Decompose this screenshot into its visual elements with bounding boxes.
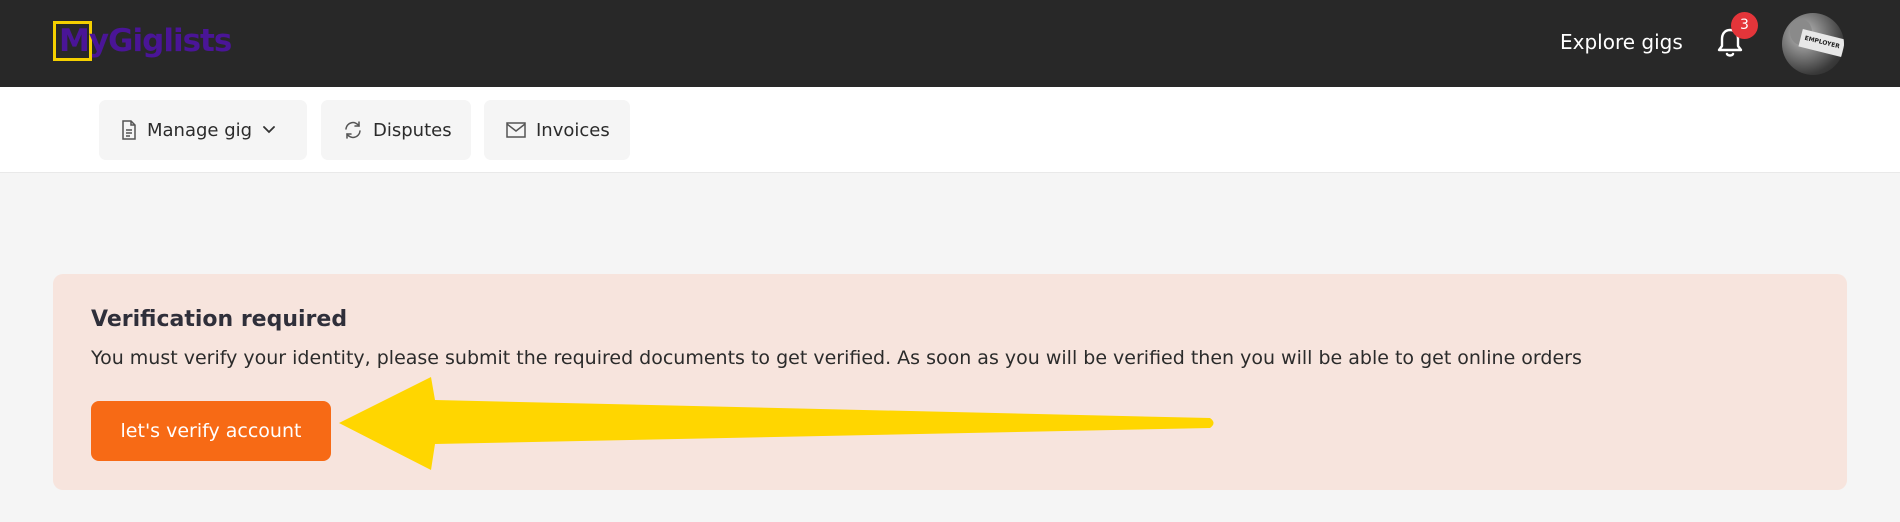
refresh-icon bbox=[345, 121, 361, 139]
alert-message: You must verify your identity, please su… bbox=[91, 347, 1582, 369]
sub-navbar: Manage gig Disputes Invoices bbox=[0, 87, 1900, 173]
notification-badge: 3 bbox=[1731, 12, 1758, 39]
top-navbar: MyGiglists Explore gigs 3 EMPLOYER bbox=[0, 0, 1900, 87]
arrow-annotation-icon bbox=[339, 377, 1214, 470]
manage-gig-label: Manage gig bbox=[147, 119, 253, 141]
manage-gig-dropdown[interactable]: Manage gig bbox=[99, 100, 307, 160]
chevron-down-icon bbox=[263, 126, 275, 134]
envelope-icon bbox=[506, 122, 526, 138]
invoices-label: Invoices bbox=[536, 119, 610, 141]
logo-text: MyGiglists bbox=[59, 23, 232, 59]
verify-account-button[interactable]: let's verify account bbox=[91, 401, 331, 461]
alert-title: Verification required bbox=[91, 307, 348, 332]
document-icon bbox=[122, 120, 136, 140]
explore-gigs-link[interactable]: Explore gigs bbox=[1560, 28, 1683, 56]
logo[interactable]: MyGiglists bbox=[53, 21, 232, 61]
avatar-tag: EMPLOYER bbox=[1798, 28, 1844, 58]
disputes-button[interactable]: Disputes bbox=[321, 100, 471, 160]
disputes-label: Disputes bbox=[373, 119, 452, 141]
avatar[interactable]: EMPLOYER bbox=[1782, 13, 1844, 75]
invoices-button[interactable]: Invoices bbox=[484, 100, 630, 160]
